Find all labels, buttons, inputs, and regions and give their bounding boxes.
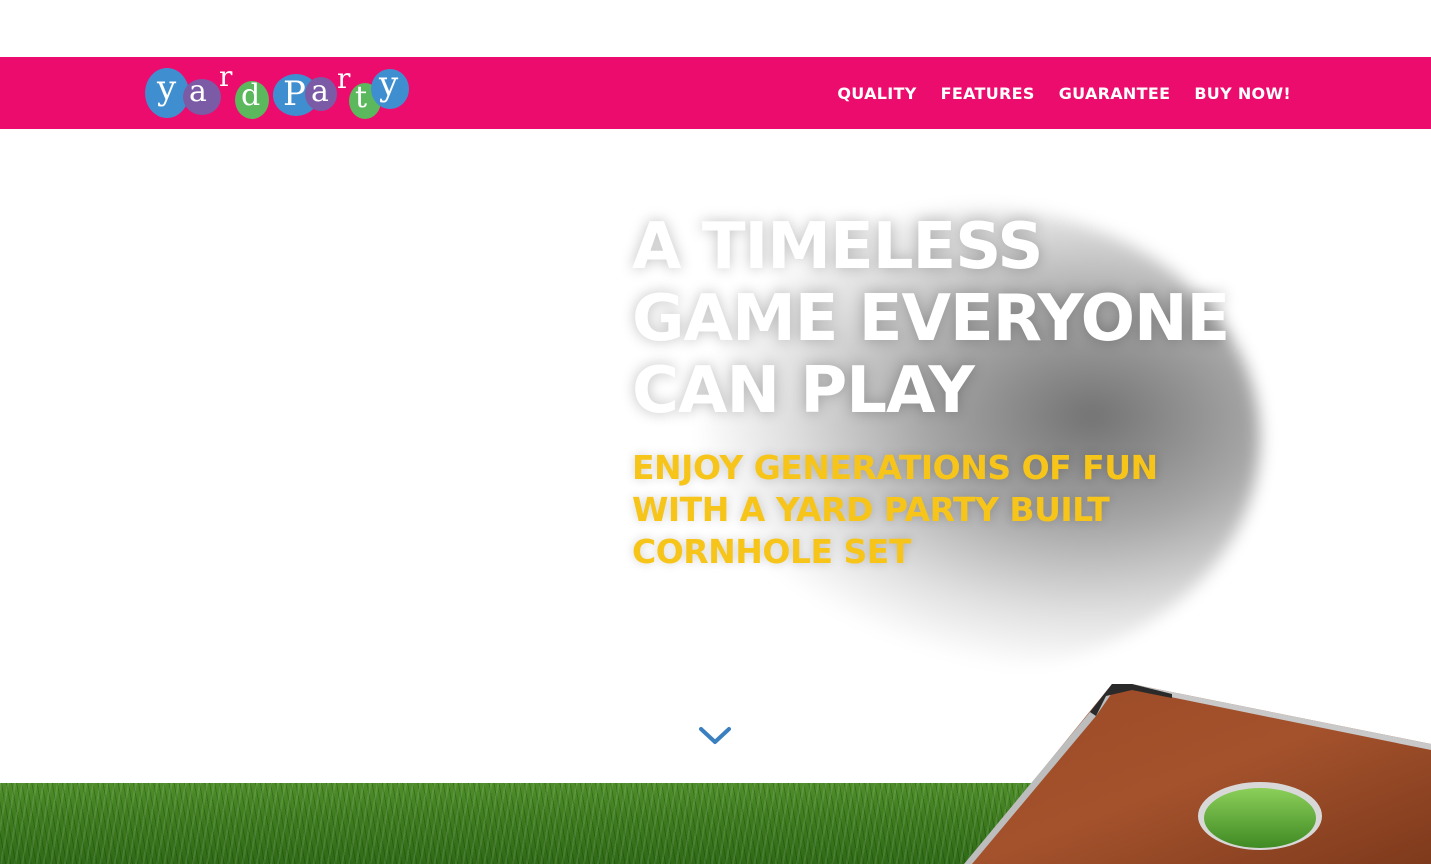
logo-letter: r <box>219 60 233 93</box>
logo-letter: d <box>241 78 261 113</box>
subhead-line: WITH A YARD PARTY BUILT <box>632 490 1110 529</box>
top-spacer-bar <box>0 0 1431 57</box>
logo-letter: a <box>189 74 207 109</box>
nav-item-features[interactable]: FEATURES <box>941 84 1035 103</box>
headline-line: CAN PLAY <box>632 354 975 428</box>
nav-item-quality[interactable]: QUALITY <box>837 84 916 103</box>
logo-letter: t <box>355 80 368 115</box>
chevron-down-icon[interactable] <box>697 723 733 747</box>
subhead-line: CORNHOLE SET <box>632 532 911 571</box>
nav-item-guarantee[interactable]: GUARANTEE <box>1059 84 1171 103</box>
main-nav: QUALITY FEATURES GUARANTEE BUY NOW! <box>837 57 1291 129</box>
hero-headline: A TIMELESS GAME EVERYONE CAN PLAY <box>632 211 1312 427</box>
logo-letter: y <box>379 64 399 104</box>
yard-party-logo[interactable]: y a r d P a r t y <box>145 60 411 121</box>
site-header: y a r d P a r t y QUALITY FEATURES GUARA… <box>0 57 1431 129</box>
nav-item-buy-now[interactable]: BUY NOW! <box>1194 84 1291 103</box>
subhead-line: ENJOY GENERATIONS OF FUN <box>632 448 1158 487</box>
cornhole-board-image <box>900 640 1431 864</box>
headline-line: A TIMELESS <box>632 210 1044 284</box>
headline-line: GAME EVERYONE <box>632 282 1230 356</box>
hero-subheadline: ENJOY GENERATIONS OF FUN WITH A YARD PAR… <box>632 447 1232 573</box>
logo-letter: a <box>311 74 329 109</box>
logo-letter: y <box>157 68 177 108</box>
logo-letter: r <box>337 62 351 95</box>
logo-letter: P <box>283 74 306 114</box>
